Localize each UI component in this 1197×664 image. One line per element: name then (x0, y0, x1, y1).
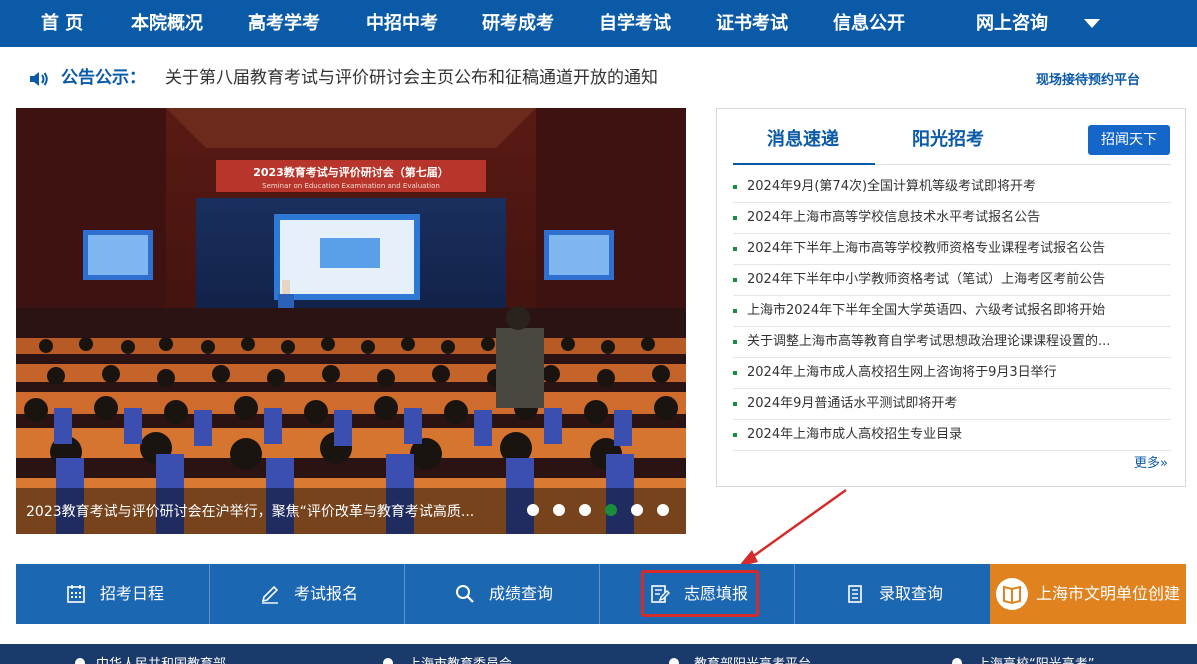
notice-label: 公告公示： (61, 68, 146, 88)
slider-caption[interactable]: 2023教育考试与评价研讨会在沪举行，聚焦“评价改革与教育考试高质... (26, 502, 486, 522)
civilization-unit-button[interactable]: 上海市文明单位创建 (990, 564, 1186, 624)
news-title[interactable]: 2024年上海市高等学校信息技术水平考试报名公告 (747, 207, 1167, 229)
slider-dot-3[interactable] (579, 504, 591, 516)
news-panel: 消息速递 阳光招考 招闻天下 2024年9月(第74次)全国计算机等级考试即将开… (716, 108, 1186, 487)
news-list: 2024年9月(第74次)全国计算机等级考试即将开考 2024年上海市高等学校信… (733, 172, 1171, 451)
list-item[interactable]: 2024年上海市高等学校信息技术水平考试报名公告 (733, 203, 1171, 234)
list-item[interactable]: 2024年9月普通话水平测试即将开考 (733, 389, 1171, 420)
slider-dot-4[interactable] (605, 504, 617, 516)
admission-query-label: 录取查询 (879, 584, 944, 603)
schedule-button[interactable]: 招考日程 (16, 564, 209, 624)
nav-item-certificate[interactable]: 证书考试 (716, 0, 788, 47)
admission-query-button[interactable]: 录取查询 (795, 564, 990, 624)
reserve-platform-link[interactable]: 现场接待预约平台 (1036, 72, 1140, 90)
bullet-icon (733, 371, 737, 375)
score-query-button[interactable]: 成绩查询 (405, 564, 599, 624)
banner-subtitle: Seminar on Education Examination and Eva… (262, 182, 440, 190)
slider-dot-5[interactable] (631, 504, 643, 516)
news-title[interactable]: 2024年上海市成人高校招生专业目录 (747, 424, 1167, 446)
list-item[interactable]: 2024年上海市成人高校招生网上咨询将于9月3日举行 (733, 358, 1171, 389)
chevron-down-icon[interactable] (1084, 19, 1100, 28)
registration-button[interactable]: 考试报名 (210, 564, 404, 624)
footer-link-sunshine[interactable]: 上海高校“阳光高考” (977, 656, 1094, 664)
more-link[interactable]: 更多» (1134, 455, 1168, 473)
footer-link-moe[interactable]: 中华人民共和国教育部 (96, 656, 226, 664)
calendar-icon (67, 585, 85, 603)
link-icon (383, 658, 393, 664)
footer-link-gaokao[interactable]: 教育部阳光高考平台 (694, 656, 811, 664)
bullet-icon (733, 247, 737, 251)
nav-item-about[interactable]: 本院概况 (131, 0, 203, 47)
schedule-label: 招考日程 (100, 584, 165, 603)
image-slider[interactable]: 2023教育考试与评价研讨会（第七届） Seminar on Education… (16, 108, 686, 534)
document-icon (848, 585, 862, 603)
link-icon (75, 658, 85, 664)
civilization-unit-label: 上海市文明单位创建 (1036, 584, 1181, 603)
nav-item-yankao[interactable]: 研考成考 (482, 0, 554, 47)
news-title[interactable]: 关于调整上海市高等教育自学考试思想政治理论课课程设置的... (747, 331, 1167, 353)
registration-label: 考试报名 (294, 584, 359, 603)
bullet-icon (733, 340, 737, 344)
list-item[interactable]: 关于调整上海市高等教育自学考试思想政治理论课课程设置的... (733, 327, 1171, 358)
score-query-label: 成绩查询 (489, 584, 554, 603)
news-title[interactable]: 上海市2024年下半年全国大学英语四、六级考试报名即将开始 (747, 300, 1167, 322)
news-title[interactable]: 2024年9月(第74次)全国计算机等级考试即将开考 (747, 176, 1167, 198)
notice-link[interactable]: 关于第八届教育考试与评价研讨会主页公布和征稿通道开放的通知 (165, 66, 658, 90)
bullet-icon (733, 309, 737, 313)
tab-active-underline (733, 163, 875, 165)
list-item[interactable]: 2024年9月(第74次)全国计算机等级考试即将开考 (733, 172, 1171, 203)
speaker-icon (30, 72, 48, 86)
quick-access-bar: 招考日程 考试报名 成绩查询 志愿填报 录取查询 上海市文明单位创建 (16, 564, 1186, 624)
news-title[interactable]: 2024年下半年中小学教师资格考试（笔试）上海考区考前公告 (747, 269, 1167, 291)
news-title[interactable]: 2024年上海市成人高校招生网上咨询将于9月3日举行 (747, 362, 1167, 384)
bullet-icon (733, 433, 737, 437)
pencil-icon (261, 585, 279, 604)
bullet-icon (733, 278, 737, 282)
banner-title: 2023教育考试与评价研讨会（第七届） (253, 165, 449, 179)
tab-divider (875, 164, 1171, 165)
nav-item-zixue[interactable]: 自学考试 (599, 0, 671, 47)
nav-item-home[interactable]: 首 页 (41, 0, 83, 47)
search-icon (456, 585, 474, 603)
footer-links-bar: 中华人民共和国教育部 上海市教育委员会 教育部阳光高考平台 上海高校“阳光高考” (0, 644, 1197, 664)
link-icon (669, 658, 679, 664)
book-icon (996, 578, 1028, 610)
list-item[interactable]: 2024年下半年上海市高等学校教师资格专业课程考试报名公告 (733, 234, 1171, 265)
news-title[interactable]: 2024年下半年上海市高等学校教师资格专业课程考试报名公告 (747, 238, 1167, 260)
conference-photo: 2023教育考试与评价研讨会（第七届） Seminar on Education… (16, 108, 686, 534)
slider-dot-2[interactable] (553, 504, 565, 516)
nav-item-zhongkao[interactable]: 中招中考 (366, 0, 438, 47)
slider-dot-1[interactable] (527, 504, 539, 516)
slider-dot-6[interactable] (657, 504, 669, 516)
footer-link-shedu[interactable]: 上海市教育委员会 (408, 656, 512, 664)
nav-item-gaokao[interactable]: 高考学考 (248, 0, 320, 47)
bullet-icon (733, 216, 737, 220)
link-icon (952, 658, 962, 664)
list-item[interactable]: 2024年上海市成人高校招生专业目录 (733, 420, 1171, 451)
tab-sunshine[interactable]: 阳光招考 (912, 127, 984, 153)
bullet-icon (733, 402, 737, 406)
nav-item-disclosure[interactable]: 信息公开 (833, 0, 905, 47)
top-nav: 首 页 本院概况 高考学考 中招中考 研考成考 自学考试 证书考试 信息公开 网… (0, 0, 1197, 47)
tab-news[interactable]: 消息速递 (767, 127, 839, 153)
news-title[interactable]: 2024年9月普通话水平测试即将开考 (747, 393, 1167, 415)
list-item[interactable]: 2024年下半年中小学教师资格考试（笔试）上海考区考前公告 (733, 265, 1171, 296)
zhaowen-button[interactable]: 招闻天下 (1088, 125, 1170, 155)
nav-item-consult[interactable]: 网上咨询 (976, 0, 1048, 47)
highlight-annotation (641, 570, 759, 617)
list-item[interactable]: 上海市2024年下半年全国大学英语四、六级考试报名即将开始 (733, 296, 1171, 327)
bullet-icon (733, 185, 737, 189)
